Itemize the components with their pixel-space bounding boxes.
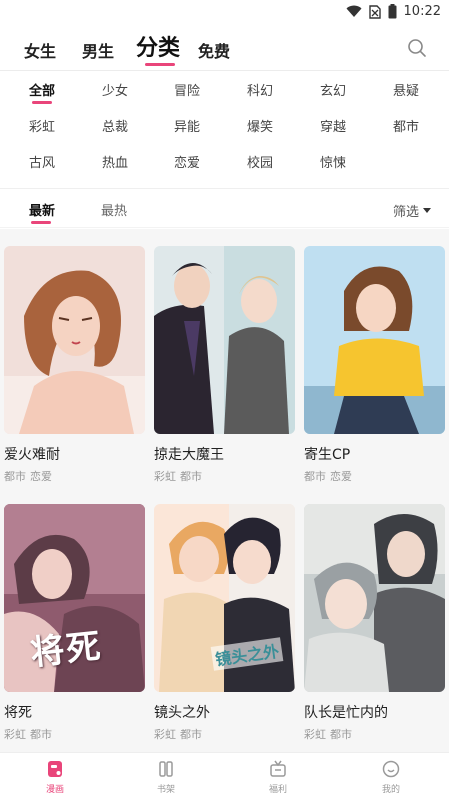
filter-label: 筛选	[392, 205, 419, 220]
comic-tags: 彩虹 都市	[154, 726, 295, 742]
nav-label: 漫画	[45, 785, 64, 795]
category-item[interactable]: 都市	[393, 116, 419, 135]
comic-title: 队长是忙内的	[304, 705, 388, 721]
category-item[interactable]: 古风	[29, 152, 55, 171]
comic-title: 寄生CP	[304, 447, 351, 463]
profile-icon	[382, 760, 400, 778]
battery-icon	[388, 4, 397, 19]
comic-tag: 彩虹	[154, 728, 176, 741]
comic-card[interactable]: 将死 将死 彩虹 都市	[4, 504, 145, 742]
wifi-icon	[346, 5, 362, 17]
sort-label: 最新	[29, 204, 56, 219]
comic-cover[interactable]	[304, 246, 445, 434]
nav-label: 福利	[268, 785, 287, 795]
status-bar: 10:22	[0, 0, 449, 26]
comic-tag: 都市	[304, 470, 326, 483]
category-label: 全部	[28, 84, 56, 99]
gift-icon	[270, 760, 286, 777]
category-item[interactable]: 恋爱	[174, 152, 200, 171]
comic-cover[interactable]	[4, 246, 145, 434]
comic-card[interactable]: 寄生CP 都市 恋爱	[304, 246, 445, 484]
category-item[interactable]: 惊悚	[320, 152, 346, 171]
nav-profile[interactable]: 我的	[361, 759, 421, 795]
sort-active-indicator	[31, 221, 51, 224]
comic-cover[interactable]: 镜头之外	[154, 504, 295, 692]
status-time: 10:22	[403, 4, 441, 19]
comic-tags: 都市 恋爱	[4, 468, 145, 484]
bookshelf-icon	[159, 761, 173, 777]
comic-tags: 彩虹 都市	[4, 726, 145, 742]
comic-title: 将死	[4, 705, 32, 721]
comic-cover[interactable]	[304, 504, 445, 692]
nav-comics[interactable]: 漫画	[25, 759, 85, 795]
comic-card[interactable]: 爱火难耐 都市 恋爱	[4, 246, 145, 484]
category-item[interactable]: 校园	[247, 152, 273, 171]
comic-tags: 都市 恋爱	[304, 468, 445, 484]
sort-newest[interactable]: 最新	[29, 200, 56, 224]
bottom-nav: 漫画 书架 福利 我的	[0, 752, 449, 800]
comic-tag: 都市	[180, 728, 202, 741]
tab-male[interactable]: 男生	[82, 38, 114, 62]
filter-button[interactable]: 筛选	[393, 201, 431, 220]
category-item[interactable]: 热血	[102, 152, 128, 171]
search-icon	[408, 39, 426, 57]
comic-tags: 彩虹 都市	[304, 726, 445, 742]
comic-tag: 都市	[180, 470, 202, 483]
comic-title: 镜头之外	[154, 705, 210, 721]
divider	[0, 70, 449, 71]
tab-free[interactable]: 免费	[198, 38, 230, 62]
comic-tag: 恋爱	[330, 470, 352, 483]
sort-bar: 最新 最热 筛选	[0, 188, 449, 228]
category-item[interactable]: 玄幻	[320, 80, 346, 99]
comic-tags: 彩虹 都市	[154, 468, 295, 484]
tab-categories[interactable]: 分类	[136, 30, 180, 62]
nav-bookshelf[interactable]: 书架	[136, 759, 196, 795]
comic-card[interactable]: 掠走大魔王 彩虹 都市	[154, 246, 295, 484]
category-item[interactable]: 总裁	[102, 116, 128, 135]
comic-card[interactable]: 镜头之外 镜头之外 彩虹 都市	[154, 504, 295, 742]
category-active-indicator	[31, 101, 52, 104]
comic-tag: 都市	[30, 728, 52, 741]
comic-tag: 彩虹	[4, 728, 26, 741]
no-sim-icon	[368, 4, 381, 19]
status-icons: 10:22	[346, 4, 441, 19]
comic-tag: 都市	[4, 470, 26, 483]
comic-cover[interactable]: 将死	[4, 504, 145, 692]
category-item[interactable]: 少女	[102, 80, 128, 99]
category-all[interactable]: 全部	[28, 80, 56, 104]
comic-tag: 彩虹	[154, 470, 176, 483]
comic-tag: 彩虹	[304, 728, 326, 741]
active-tab-indicator	[145, 63, 175, 66]
category-item[interactable]: 悬疑	[393, 80, 419, 99]
tab-female[interactable]: 女生	[24, 38, 56, 62]
comic-title: 爱火难耐	[4, 447, 60, 463]
category-item[interactable]: 冒险	[174, 80, 200, 99]
search-button[interactable]	[407, 38, 427, 58]
category-item[interactable]: 异能	[174, 116, 200, 135]
nav-label: 书架	[156, 785, 175, 795]
category-item[interactable]: 科幻	[247, 80, 273, 99]
comic-grid: 爱火难耐 都市 恋爱 掠走大魔王 彩虹 都市 寄生CP 都市 恋爱 将死 将死 …	[0, 229, 449, 752]
sort-hottest[interactable]: 最热	[101, 200, 127, 219]
comic-card[interactable]: 队长是忙内的 彩虹 都市	[304, 504, 445, 742]
category-item[interactable]: 穿越	[320, 116, 346, 135]
category-item[interactable]: 彩虹	[29, 116, 55, 135]
top-tab-bar: 女生 男生 分类 免费	[0, 26, 449, 70]
comic-cover[interactable]	[154, 246, 295, 434]
cover-title-art: 将死	[28, 626, 105, 674]
nav-label: 我的	[381, 785, 400, 795]
comic-title: 掠走大魔王	[154, 447, 224, 463]
caret-down-icon	[423, 208, 431, 213]
comic-tag: 都市	[330, 728, 352, 741]
category-grid: 全部 少女 冒险 科幻 玄幻 悬疑 彩虹 总裁 异能 爆笑 穿越 都市 古风 热…	[0, 80, 449, 185]
comic-tag: 恋爱	[30, 470, 52, 483]
nav-benefits[interactable]: 福利	[248, 759, 308, 795]
category-item[interactable]: 爆笑	[247, 116, 273, 135]
comic-icon	[48, 761, 62, 777]
